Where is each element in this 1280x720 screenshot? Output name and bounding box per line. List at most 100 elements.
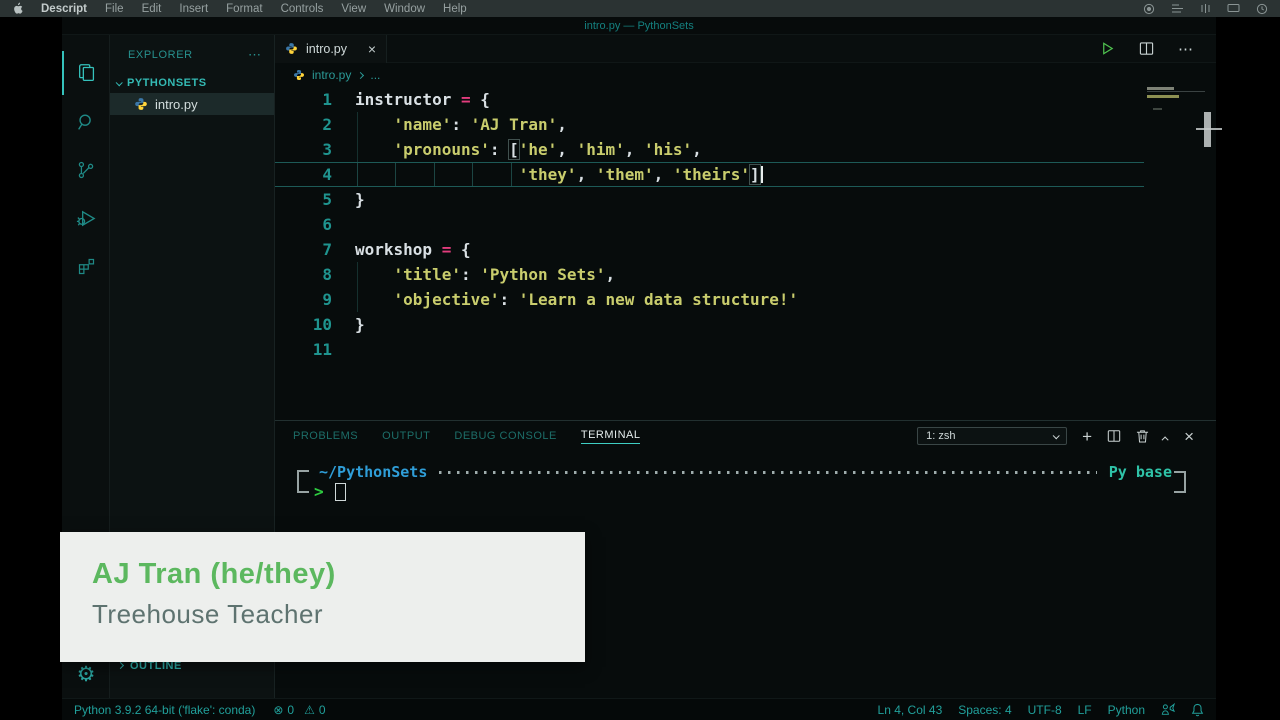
presenter-role: Treehouse Teacher: [92, 599, 585, 630]
problems-status[interactable]: ⊗ 0 ⚠ 0: [273, 703, 325, 717]
prompt-dotted-leader: [439, 471, 1096, 474]
lower-third-card: AJ Tran (he/they) Treehouse Teacher: [60, 532, 585, 662]
python-file-icon: [134, 97, 148, 111]
menu-view[interactable]: View: [341, 3, 366, 15]
new-terminal-icon[interactable]: +: [1082, 428, 1092, 445]
notifications-bell-icon[interactable]: [1191, 703, 1204, 717]
tab-output[interactable]: OUTPUT: [382, 430, 430, 442]
indentation-status[interactable]: Spaces: 4: [958, 703, 1011, 717]
terminal-cwd: ~/PythonSets: [319, 463, 427, 481]
terminal-cursor: [335, 483, 346, 501]
warning-count: 0: [319, 703, 326, 717]
file-name: intro.py: [155, 97, 198, 112]
terminal-env-label: Py base: [1109, 463, 1172, 481]
code-line[interactable]: 6: [275, 212, 1216, 237]
language-mode-status[interactable]: Python: [1108, 703, 1145, 717]
settings-gear-icon[interactable]: ⚙: [62, 658, 110, 690]
screen: Descript File Edit Insert Format Control…: [0, 0, 1280, 720]
soundbars-icon[interactable]: [1200, 3, 1211, 14]
tab-problems[interactable]: PROBLEMS: [293, 430, 358, 442]
list-icon[interactable]: [1171, 3, 1184, 14]
menu-file[interactable]: File: [105, 3, 124, 15]
tab-bar: intro.py × ⋯: [275, 35, 1216, 63]
chevron-down-icon: [1053, 432, 1060, 439]
chevron-right-icon: [357, 71, 364, 78]
maximize-panel-icon[interactable]: [1164, 429, 1169, 444]
explorer-pane-title: EXPLORER: [128, 49, 193, 61]
breadcrumb[interactable]: intro.py ...: [275, 63, 1216, 87]
menu-format[interactable]: Format: [226, 3, 262, 15]
menu-controls[interactable]: Controls: [281, 3, 324, 15]
clock-icon[interactable]: [1256, 3, 1268, 15]
breadcrumb-more[interactable]: ...: [370, 68, 380, 82]
minimap-line: [1153, 108, 1162, 110]
macos-menu-bar: Descript File Edit Insert Format Control…: [0, 0, 1280, 17]
tab-terminal[interactable]: TERMINAL: [581, 429, 641, 444]
prompt-right-bracket: [1174, 471, 1186, 493]
minimap-line: [1147, 95, 1179, 98]
code-line[interactable]: 7workshop = {: [275, 237, 1216, 262]
terminal-shell-select[interactable]: 1: zsh: [917, 427, 1067, 445]
code-line[interactable]: 4 'they', 'them', 'theirs']: [275, 162, 1144, 187]
error-icon: ⊗: [273, 703, 283, 717]
scrollbar-line-marker: [1196, 128, 1222, 130]
run-file-icon[interactable]: [1100, 41, 1115, 56]
apple-menu-icon[interactable]: [12, 2, 23, 15]
code-line[interactable]: 10}: [275, 312, 1216, 337]
window-title: intro.py — PythonSets: [62, 17, 1216, 35]
tab-close-icon[interactable]: ×: [368, 41, 376, 57]
prompt-arrow-icon: >: [314, 482, 324, 501]
code-editor[interactable]: 1instructor = {2 'name': 'AJ Tran',3 'pr…: [275, 87, 1216, 362]
sidebar-file-intro-py[interactable]: intro.py: [110, 93, 274, 115]
menu-window[interactable]: Window: [384, 3, 425, 15]
folder-pythonsets[interactable]: PYTHONSETS: [110, 73, 274, 93]
menu-insert[interactable]: Insert: [179, 3, 208, 15]
editor-more-actions-icon[interactable]: ⋯: [1178, 40, 1194, 58]
tab-label: intro.py: [306, 42, 347, 56]
menu-help[interactable]: Help: [443, 3, 467, 15]
search-icon[interactable]: [62, 100, 110, 144]
status-bar: Python 3.9.2 64-bit ('flake': conda) ⊗ 0…: [62, 698, 1216, 720]
source-control-icon[interactable]: [62, 148, 110, 192]
run-debug-icon[interactable]: [62, 196, 110, 240]
tab-intro-py[interactable]: intro.py ×: [275, 35, 387, 63]
code-line[interactable]: 1instructor = {: [275, 87, 1216, 112]
menu-status-icons: [1143, 3, 1268, 15]
cursor-position-status[interactable]: Ln 4, Col 43: [878, 703, 943, 717]
split-editor-icon[interactable]: [1139, 41, 1154, 56]
presenter-name: AJ Tran (he/they): [92, 558, 585, 591]
chevron-right-icon: [117, 662, 124, 669]
code-line[interactable]: 5}: [275, 187, 1216, 212]
code-line[interactable]: 8 'title': 'Python Sets',: [275, 262, 1216, 287]
encoding-status[interactable]: UTF-8: [1028, 703, 1062, 717]
code-line[interactable]: 9 'objective': 'Learn a new data structu…: [275, 287, 1216, 312]
extensions-icon[interactable]: [62, 244, 110, 288]
prompt-left-bracket: [297, 470, 309, 493]
code-line[interactable]: 11: [275, 337, 1216, 362]
error-count: 0: [287, 703, 294, 717]
menu-edit[interactable]: Edit: [142, 3, 162, 15]
chevron-down-icon: [116, 79, 123, 86]
menu-app-name[interactable]: Descript: [41, 3, 87, 15]
code-line[interactable]: 3 'pronouns': ['he', 'him', 'his',: [275, 137, 1216, 162]
python-file-icon: [285, 42, 298, 55]
display-icon[interactable]: [1227, 3, 1240, 14]
feedback-icon[interactable]: [1161, 703, 1175, 716]
editor-group: intro.py × ⋯ intro.py ... 1instructor = …: [275, 35, 1216, 420]
breadcrumb-file[interactable]: intro.py: [312, 68, 351, 82]
minimap-line: [1147, 87, 1174, 90]
split-terminal-icon[interactable]: [1107, 429, 1121, 443]
panel-header: PROBLEMS OUTPUT DEBUG CONSOLE TERMINAL 1…: [275, 421, 1216, 451]
minimap-line: [1147, 91, 1205, 92]
python-interpreter-status[interactable]: Python 3.9.2 64-bit ('flake': conda): [74, 703, 255, 717]
kill-terminal-trash-icon[interactable]: [1136, 429, 1149, 443]
record-icon[interactable]: [1143, 3, 1155, 15]
python-file-icon: [293, 69, 305, 81]
explorer-activity-icon[interactable]: [62, 51, 110, 95]
warning-icon: ⚠: [304, 703, 315, 717]
close-panel-icon[interactable]: ×: [1184, 428, 1194, 445]
code-line[interactable]: 2 'name': 'AJ Tran',: [275, 112, 1216, 137]
eol-status[interactable]: LF: [1078, 703, 1092, 717]
explorer-more-actions-icon[interactable]: ⋯: [248, 47, 262, 63]
tab-debug-console[interactable]: DEBUG CONSOLE: [454, 430, 556, 442]
